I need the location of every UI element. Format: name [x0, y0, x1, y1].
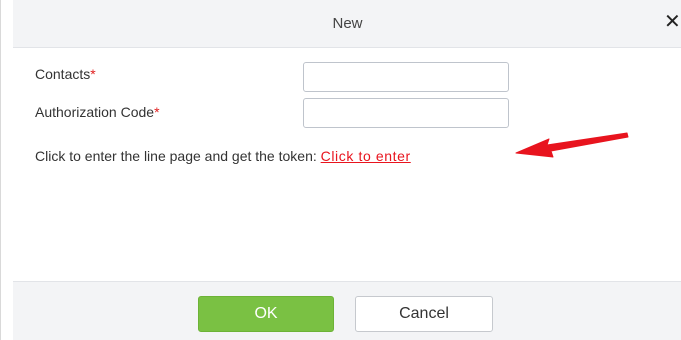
new-dialog: New ✕ Contacts* Authorization Code* Clic… [0, 0, 681, 340]
authorization-code-label-text: Authorization Code [35, 104, 155, 120]
close-icon[interactable]: ✕ [664, 12, 681, 32]
dialog-body: Contacts* Authorization Code* Click to e… [13, 48, 681, 281]
cancel-button[interactable]: Cancel [355, 296, 493, 332]
contacts-label-text: Contacts [35, 66, 91, 82]
dialog-titlebar: New ✕ [13, 0, 681, 48]
dialog-footer: OK Cancel [13, 281, 681, 340]
required-mark: * [154, 104, 160, 120]
token-hint-text: Click to enter the line page and get the… [35, 148, 321, 164]
token-hint: Click to enter the line page and get the… [35, 148, 411, 164]
authorization-code-input[interactable] [303, 98, 509, 128]
authorization-code-label: Authorization Code* [35, 104, 160, 120]
click-to-enter-link[interactable]: Click to enter [321, 148, 411, 164]
contacts-input[interactable] [303, 62, 509, 92]
required-mark: * [90, 66, 96, 82]
contacts-label: Contacts* [35, 66, 96, 82]
ok-button[interactable]: OK [198, 296, 334, 332]
dialog-title: New [332, 15, 363, 32]
